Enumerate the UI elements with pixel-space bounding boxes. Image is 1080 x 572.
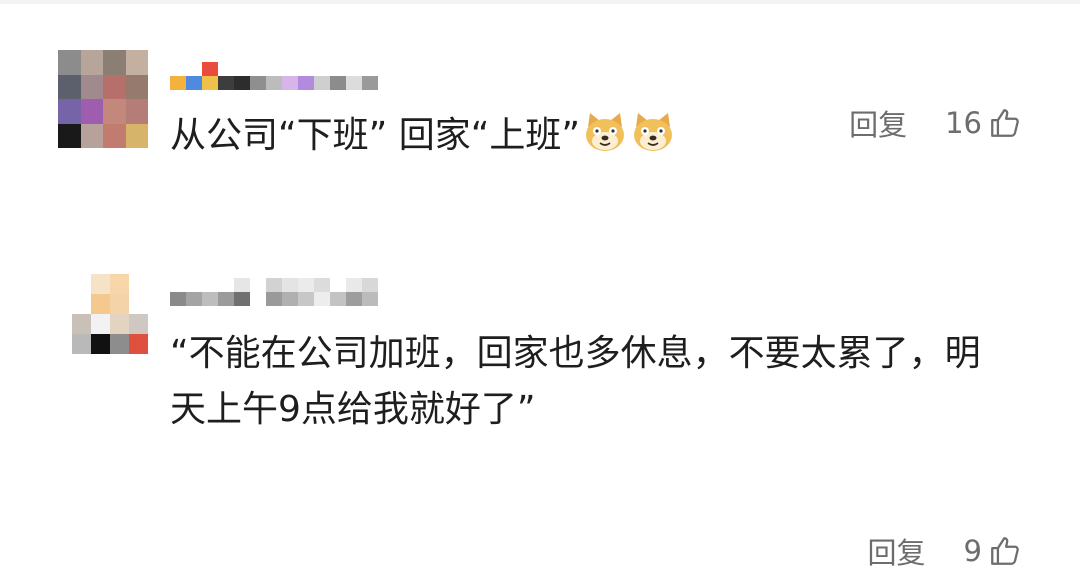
- username-mosaic: [170, 62, 378, 90]
- comment-actions: 回复 16: [849, 102, 1022, 144]
- comment-item: 回复 16 从公司“下班” 回家“上班”: [0, 48, 1080, 208]
- thumbs-up-icon[interactable]: [988, 534, 1022, 568]
- comment-body: 从公司“下班” 回家“上班”: [170, 115, 581, 156]
- like-count: 16: [945, 106, 982, 140]
- username[interactable]: [170, 270, 388, 314]
- comment-actions: 回复 9: [868, 530, 1022, 572]
- avatar[interactable]: [72, 274, 148, 354]
- doge-emoji: [634, 113, 673, 151]
- doge-emoji: [586, 113, 625, 151]
- comment-item: 回复 9 “不能在公司加班，回家也多休息，不要太累了，明天上午9点给我就好了”: [0, 262, 1080, 570]
- comment-text: 从公司“下班” 回家“上班”: [170, 108, 676, 164]
- top-divider: [0, 0, 1080, 4]
- reply-button[interactable]: 回复: [849, 102, 907, 144]
- reply-button[interactable]: 回复: [868, 530, 926, 572]
- thumbs-up-icon[interactable]: [988, 106, 1022, 140]
- avatar[interactable]: [58, 50, 148, 148]
- like-count: 9: [963, 534, 982, 568]
- username-mosaic: [170, 278, 378, 306]
- username[interactable]: [170, 54, 388, 98]
- comment-text: “不能在公司加班，回家也多休息，不要太累了，明天上午9点给我就好了”: [170, 333, 981, 430]
